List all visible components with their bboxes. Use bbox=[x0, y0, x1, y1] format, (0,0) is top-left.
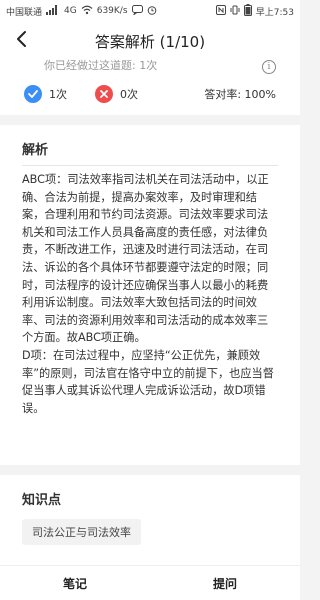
back-button[interactable] bbox=[8, 28, 34, 54]
answer-stats-card: 你已经做过这道题: 1次 i 1次 0次 答对率: 100% bbox=[0, 59, 300, 115]
analysis-title: 解析 bbox=[22, 143, 49, 158]
wrong-count: 0次 bbox=[120, 88, 138, 101]
check-circle-icon bbox=[24, 85, 42, 103]
battery-icon bbox=[243, 3, 252, 19]
analysis-text: ABC项：司法效率指司法机关在司法活动中，以正确、合法为前提，提高办案效率，及时… bbox=[22, 173, 274, 415]
signal-icon bbox=[46, 4, 60, 18]
clock-time: 早上7:53 bbox=[255, 7, 294, 18]
analysis-card: 解析 ABC项：司法效率指司法机关在司法活动中，以正确、合法为前提，提高办案效率… bbox=[0, 125, 300, 465]
chevron-left-icon bbox=[15, 30, 27, 52]
carrier-label: 中国联通 bbox=[6, 7, 43, 18]
stats-row: 1次 0次 答对率: 100% bbox=[24, 82, 276, 106]
accuracy-rate: 答对率: 100% bbox=[204, 88, 276, 101]
knowledge-card: 知识点 司法公正与司法效率 bbox=[0, 475, 300, 565]
net-speed: 639K/s bbox=[96, 6, 128, 16]
page-title: 答案解析 (1/10) bbox=[94, 32, 206, 51]
network-type: 4G bbox=[64, 6, 77, 16]
divider bbox=[22, 165, 278, 166]
bottom-bar: 笔记 提问 bbox=[0, 565, 300, 600]
notes-button[interactable]: 笔记 bbox=[0, 566, 150, 600]
wifi-icon bbox=[81, 5, 93, 18]
chat-icon bbox=[131, 4, 143, 18]
cross-circle-icon bbox=[95, 85, 113, 103]
nfc-icon bbox=[215, 4, 226, 18]
status-bar: 中国联通 4G 639K/s 早上7:53 bbox=[0, 0, 300, 22]
attempt-count-text: 你已经做过这道题: 1次 bbox=[44, 59, 158, 72]
knowledge-tag[interactable]: 司法公正与司法效率 bbox=[22, 519, 141, 545]
vibrate-icon bbox=[230, 5, 240, 18]
ask-button[interactable]: 提问 bbox=[150, 566, 300, 600]
knowledge-title: 知识点 bbox=[22, 493, 62, 508]
alarm-icon bbox=[147, 5, 157, 18]
app-header: 答案解析 (1/10) bbox=[0, 22, 300, 60]
correct-count: 1次 bbox=[49, 88, 67, 101]
info-icon[interactable]: i bbox=[262, 60, 276, 74]
